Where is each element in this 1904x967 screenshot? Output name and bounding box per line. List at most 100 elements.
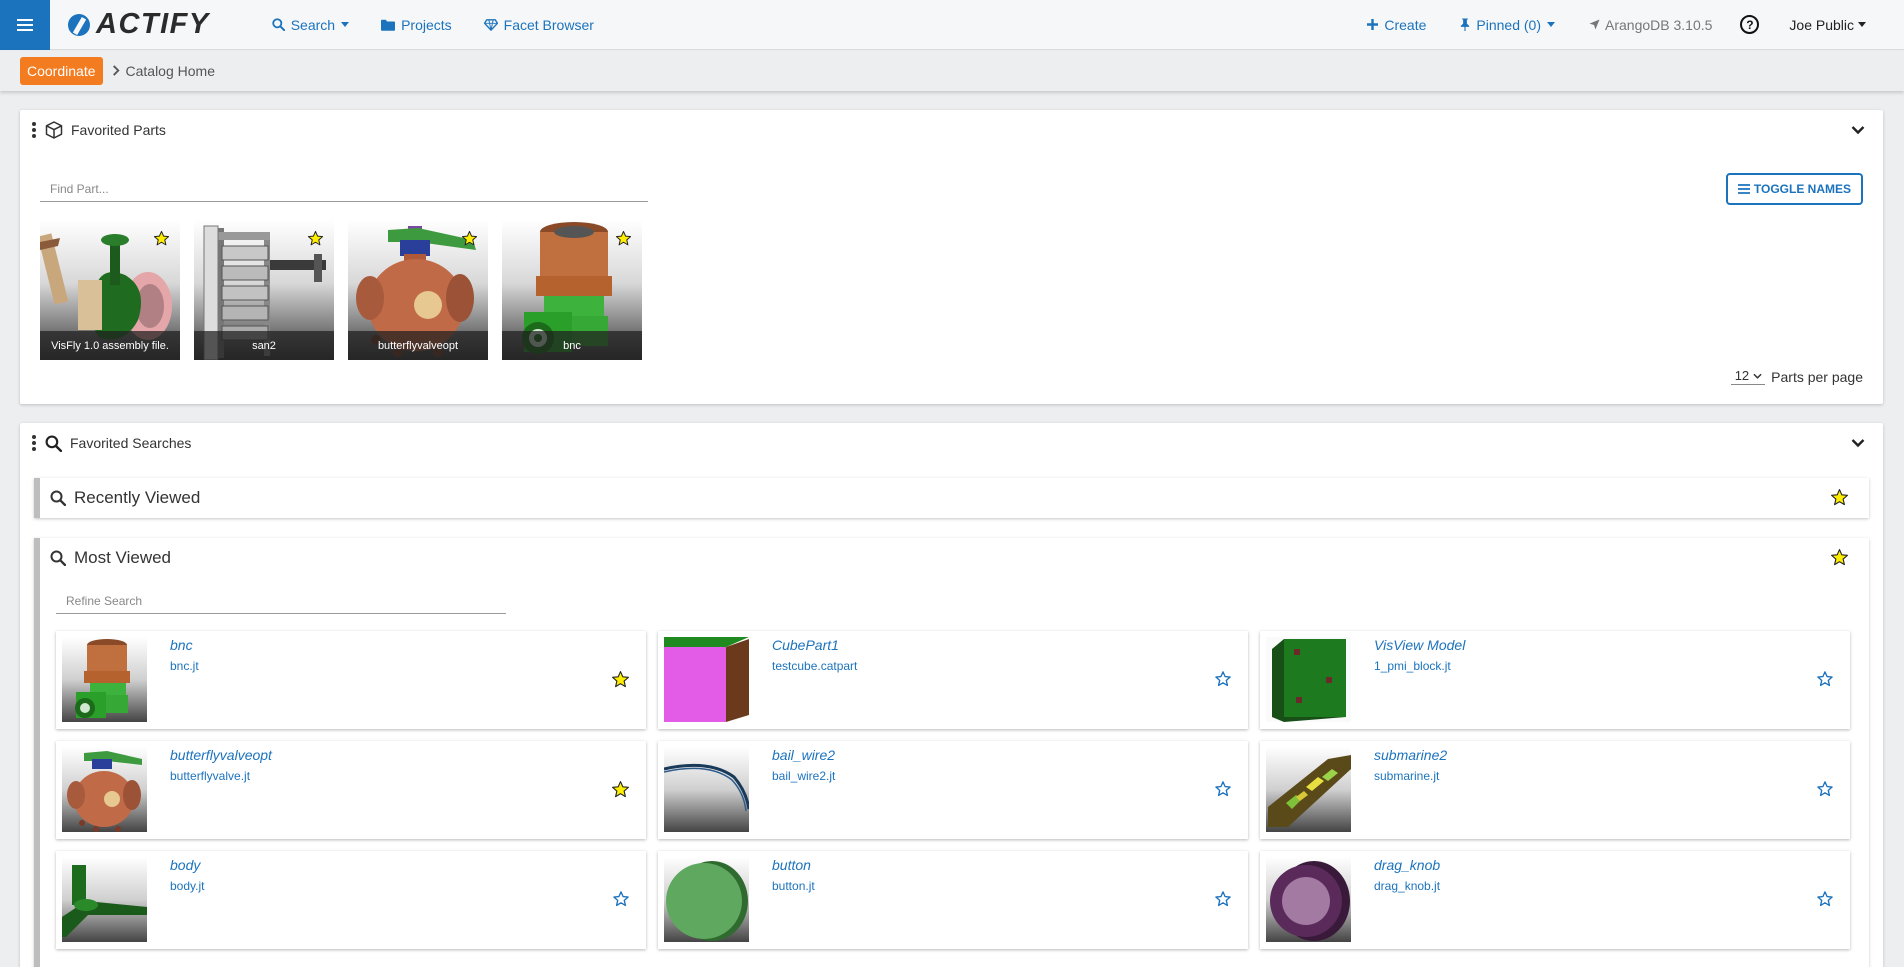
find-part-input[interactable]: [40, 176, 648, 202]
favorited-part-tile[interactable]: butterflyvalveopt: [348, 220, 488, 360]
actify-logo-icon: [68, 13, 90, 36]
help-icon[interactable]: ?: [1740, 15, 1760, 34]
star-filled-icon[interactable]: [615, 230, 632, 250]
star-filled-icon[interactable]: [461, 230, 478, 250]
favorited-part-tile[interactable]: san2: [194, 220, 334, 360]
menu-toggle-button[interactable]: [0, 0, 50, 50]
star-outline-icon[interactable]: [1816, 780, 1834, 801]
star-filled-icon[interactable]: [611, 670, 630, 692]
result-card-name[interactable]: bnc: [170, 637, 193, 653]
favorited-searches-panel: Favorited Searches Recently Viewed Most …: [20, 423, 1883, 967]
result-card-name[interactable]: drag_knob: [1374, 857, 1440, 873]
star-outline-icon[interactable]: [1214, 670, 1232, 691]
result-card-name[interactable]: VisView Model: [1374, 637, 1465, 653]
search-icon: [272, 18, 285, 31]
star-outline-icon[interactable]: [1214, 780, 1232, 801]
result-card[interactable]: bail_wire2 bail_wire2.jt: [658, 741, 1248, 839]
recently-viewed-title: Recently Viewed: [74, 488, 201, 507]
most-viewed-header[interactable]: Most Viewed: [40, 538, 1869, 578]
search-icon: [45, 435, 62, 452]
nav-create-label: Create: [1384, 16, 1427, 33]
result-card[interactable]: VisView Model 1_pmi_block.jt: [1260, 631, 1850, 729]
app-logo[interactable]: ACTIFY: [68, 0, 210, 50]
chevron-down-icon[interactable]: [1851, 122, 1865, 138]
wire-thumbnail: [664, 747, 749, 832]
drag-handle-icon[interactable]: [32, 435, 36, 451]
result-card-name[interactable]: submarine2: [1374, 747, 1447, 763]
caret-down-icon: [1547, 22, 1555, 27]
star-filled-icon[interactable]: [611, 780, 630, 802]
star-filled-icon[interactable]: [153, 230, 170, 250]
result-card-file[interactable]: button.jt: [772, 879, 815, 893]
result-card[interactable]: CubePart1 testcube.catpart: [658, 631, 1248, 729]
parts-per-page-select[interactable]: 12: [1730, 368, 1766, 385]
result-card-name[interactable]: body: [170, 857, 200, 873]
favorited-part-tile[interactable]: VisFly 1.0 assembly file.: [40, 220, 180, 360]
block-thumbnail: [1266, 637, 1351, 722]
result-card[interactable]: body body.jt: [56, 851, 646, 949]
db-version-label: ArangoDB 3.10.5: [1605, 16, 1713, 33]
result-card-file[interactable]: butterflyvalve.jt: [170, 769, 250, 783]
parts-per-page: 12 Parts per page: [1730, 368, 1863, 385]
nav-projects[interactable]: Projects: [381, 17, 452, 33]
result-card-file[interactable]: bail_wire2.jt: [772, 769, 835, 783]
nav-facet-browser[interactable]: Facet Browser: [483, 17, 594, 33]
coordinate-badge[interactable]: Coordinate: [20, 57, 103, 85]
favorited-searches-title: Favorited Searches: [70, 435, 192, 451]
refine-search-input[interactable]: [56, 588, 506, 614]
result-card[interactable]: submarine2 submarine.jt: [1260, 741, 1850, 839]
star-filled-icon[interactable]: [1830, 488, 1849, 510]
valve-thumbnail: [62, 747, 147, 832]
most-viewed-search: Most Viewed Refine Search bnc bnc.jt Cub…: [34, 538, 1869, 967]
result-card[interactable]: bnc bnc.jt: [56, 631, 646, 729]
part-tile-label: butterflyvalveopt: [348, 331, 488, 360]
result-card-file[interactable]: bnc.jt: [170, 659, 199, 673]
toggle-names-button[interactable]: TOGGLE NAMES: [1725, 173, 1863, 205]
star-outline-icon[interactable]: [1816, 670, 1834, 691]
parts-per-page-value: 12: [1734, 368, 1750, 383]
caret-down-icon: [341, 22, 350, 27]
recently-viewed-search[interactable]: Recently Viewed: [34, 478, 1869, 518]
nav-create[interactable]: Create: [1367, 17, 1426, 33]
part-tile-label: bnc: [502, 331, 642, 360]
result-card-file[interactable]: 1_pmi_block.jt: [1374, 659, 1451, 673]
chevron-down-icon: [1753, 373, 1762, 379]
result-card-file[interactable]: submarine.jt: [1374, 769, 1439, 783]
star-outline-icon[interactable]: [1214, 890, 1232, 911]
star-filled-icon[interactable]: [1830, 548, 1849, 570]
top-navbar: ACTIFY Search Projects Facet Browser Cre…: [0, 0, 1904, 50]
result-card[interactable]: button button.jt: [658, 851, 1248, 949]
user-menu[interactable]: Joe Public: [1789, 17, 1866, 33]
drag-handle-icon[interactable]: [32, 122, 36, 138]
result-card-name[interactable]: butterflyvalveopt: [170, 747, 272, 763]
caret-down-icon: [1858, 22, 1866, 27]
nav-pinned-label: Pinned (0): [1476, 16, 1541, 33]
star-filled-icon[interactable]: [307, 230, 324, 250]
part-tile-label: san2: [194, 331, 334, 360]
result-card[interactable]: drag_knob drag_knob.jt: [1260, 851, 1850, 949]
chevron-down-icon[interactable]: [1851, 435, 1865, 451]
pin-icon: [1461, 18, 1470, 31]
favorited-part-tile[interactable]: bnc: [502, 220, 642, 360]
result-card-name[interactable]: CubePart1: [772, 637, 839, 653]
most-viewed-title: Most Viewed: [74, 548, 172, 567]
nav-search[interactable]: Search: [272, 17, 350, 33]
breadcrumb-catalog-home[interactable]: Catalog Home: [126, 63, 216, 79]
result-card-file[interactable]: testcube.catpart: [772, 659, 857, 673]
favorited-parts-grid: VisFly 1.0 assembly file. san2 butterfly…: [40, 220, 642, 360]
result-card-name[interactable]: bail_wire2: [772, 747, 835, 763]
diamond-icon: [483, 18, 498, 31]
search-icon: [50, 490, 66, 506]
result-card[interactable]: butterflyvalveopt butterflyvalve.jt: [56, 741, 646, 839]
result-card-file[interactable]: body.jt: [170, 879, 204, 893]
star-outline-icon[interactable]: [1816, 890, 1834, 911]
hamburger-icon: [17, 18, 33, 31]
nav-pinned[interactable]: Pinned (0): [1460, 17, 1555, 33]
star-outline-icon[interactable]: [612, 890, 630, 911]
user-name: Joe Public: [1789, 16, 1854, 33]
favorited-parts-panel: Favorited Parts TOGGLE NAMES Vi: [20, 110, 1883, 404]
favorited-searches-header: Favorited Searches: [20, 423, 1883, 463]
result-card-name[interactable]: button: [772, 857, 811, 873]
result-card-file[interactable]: drag_knob.jt: [1374, 879, 1440, 893]
folder-icon: [381, 19, 396, 31]
